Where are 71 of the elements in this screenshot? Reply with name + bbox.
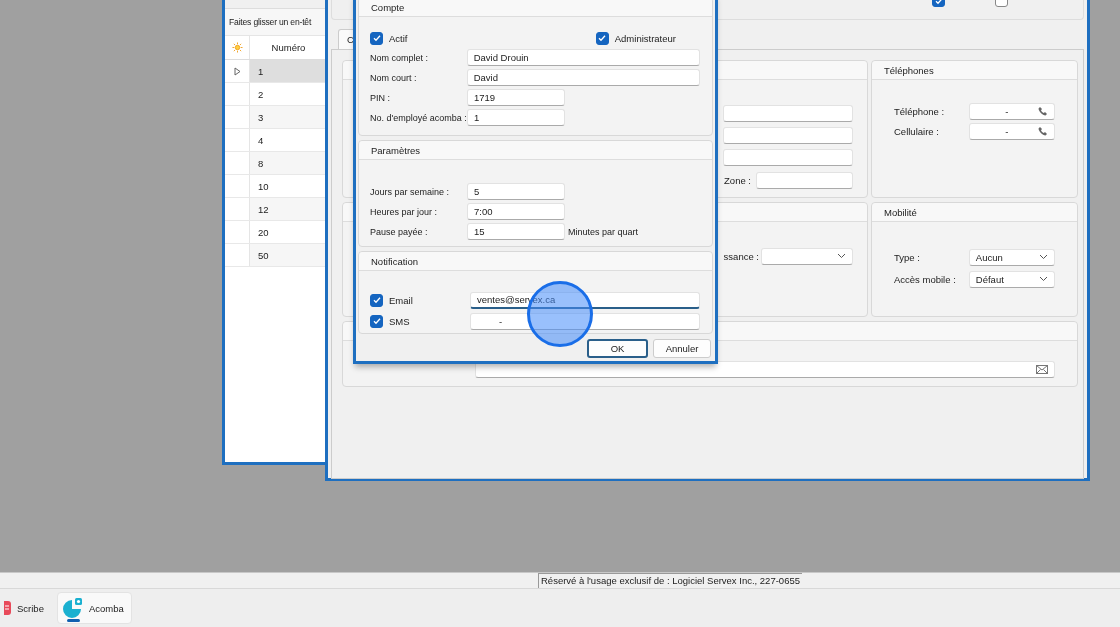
checkbox[interactable]	[370, 293, 383, 307]
table-cell-text: 10	[257, 179, 270, 194]
field-label: ssance :	[723, 250, 759, 262]
email-field[interactable]	[475, 361, 1055, 378]
table-row[interactable]: 1	[225, 60, 327, 83]
table-row[interactable]: 50	[225, 244, 327, 267]
table-cell: 8	[250, 152, 327, 174]
taskbar-item[interactable]: Scribe	[0, 592, 51, 624]
field-label: Heures par jour :	[370, 206, 439, 217]
input-field[interactable]: -	[470, 312, 700, 330]
field-label: Nom court :	[370, 72, 418, 83]
caret-icon	[1039, 254, 1048, 260]
dropdown[interactable]: Aucun	[968, 248, 1055, 266]
checkbox-label: Actif	[389, 32, 408, 44]
checkbox-label: Email	[389, 294, 413, 306]
group-hint: Faites glisser un en-têt	[225, 9, 327, 35]
table-cell: 1	[250, 60, 327, 82]
field-label: PIN :	[370, 92, 391, 103]
app-icon	[4, 601, 12, 615]
table-row[interactable]: 12	[225, 198, 327, 221]
checkbox-label: Administrateur	[614, 32, 676, 44]
checkbox[interactable]	[595, 31, 609, 45]
checkbox[interactable]	[370, 31, 383, 45]
section-title: Compte	[371, 1, 405, 13]
field-label: Pause payée :	[370, 226, 429, 237]
envelope-icon[interactable]	[1036, 365, 1048, 374]
input-field[interactable]: David	[466, 69, 700, 86]
phone-field[interactable]: -	[968, 122, 1055, 140]
section-title: Notification	[371, 255, 418, 267]
taskbar-item[interactable]: Acomba	[56, 592, 132, 624]
field-label: Zone :	[724, 174, 751, 186]
table-cell-text: 4	[257, 133, 265, 148]
field-label: Jours par semaine :	[370, 186, 451, 197]
field-label: Accès mobile :	[894, 273, 957, 285]
checkbox[interactable]	[370, 314, 383, 328]
table-row[interactable]: 8	[225, 152, 327, 175]
status-text: Réservé à l'usage exclusif de : Logiciel Servex Inc., 227-0655	[538, 573, 802, 588]
section-title: Paramètres	[371, 144, 421, 156]
caret-icon	[1039, 276, 1048, 282]
input-field[interactable]: 1719	[467, 89, 565, 106]
caret-icon	[837, 253, 846, 259]
input-field[interactable]	[723, 149, 853, 166]
field-label: Téléphone :	[894, 105, 946, 117]
input-field[interactable]: 15	[467, 223, 565, 240]
field-label: Nom complet :	[370, 52, 430, 63]
dropdown[interactable]: Défaut	[968, 270, 1055, 288]
input-field[interactable]: David Drouin	[466, 49, 700, 66]
checkbox-label: SMS	[389, 315, 410, 327]
table-cell: 3	[250, 106, 327, 128]
phone-field[interactable]: -	[968, 102, 1055, 120]
dialog-button[interactable]: Annuler	[653, 339, 711, 358]
table-cell-text: 2	[257, 87, 265, 102]
table-cell: 50	[250, 244, 327, 266]
input-field[interactable]	[756, 171, 853, 189]
input-field[interactable]	[723, 127, 853, 144]
row-pointer-icon	[233, 66, 241, 76]
field-label: No. d'employé acomba :	[370, 112, 467, 123]
group-title: Téléphones	[884, 64, 934, 76]
group-title: Mobilité	[884, 206, 917, 218]
input-field[interactable]	[723, 105, 853, 122]
input-field[interactable]: 1	[467, 109, 565, 126]
app-icon	[61, 598, 84, 618]
table-cell-text: 20	[257, 225, 270, 240]
unit-label: Minutes par quart	[568, 226, 639, 237]
table-cell: 12	[250, 198, 327, 220]
field-label: Cellulaire :	[894, 125, 940, 137]
dialog-button[interactable]: OK	[587, 339, 648, 358]
input-field[interactable]: 7:00	[467, 203, 565, 220]
field-label: Type :	[894, 251, 921, 263]
table-row[interactable]: 3	[225, 106, 327, 129]
input-field[interactable]: 5	[467, 183, 565, 200]
